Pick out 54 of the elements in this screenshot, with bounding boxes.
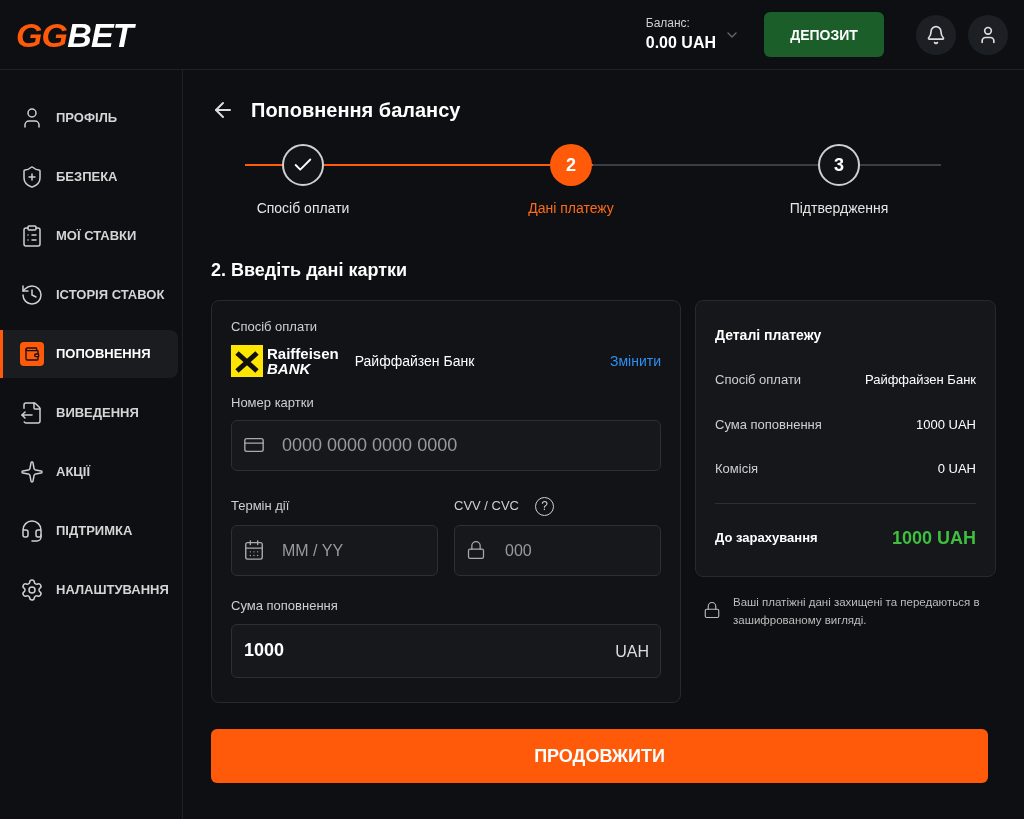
bank-name: Райффайзен Банк (354, 351, 475, 371)
total-value: 1000 UAH (891, 526, 976, 550)
lock-icon (466, 540, 486, 560)
lock-icon (703, 600, 721, 619)
account-button[interactable] (968, 14, 1008, 55)
balance-label: Баланс: (645, 14, 691, 31)
detail-label: Сума поповнення (715, 415, 822, 434)
currency-label: UAH (615, 641, 649, 662)
star-icon (20, 460, 44, 484)
bank-logo: Raiffeisen BANK (231, 344, 339, 377)
card-number-field[interactable]: 0000 0000 0000 0000 (231, 420, 661, 471)
details-title: Деталі платежу (715, 326, 823, 345)
user-icon (978, 24, 998, 45)
cvv-field[interactable]: 000 (454, 525, 661, 576)
sidebar-item[interactable]: ІСТОРІЯ СТАВОК (0, 271, 178, 319)
calendar-icon (243, 539, 265, 561)
sidebar-item[interactable]: ПРОФІЛЬ (0, 94, 178, 142)
bell-icon (926, 24, 946, 45)
sidebar-item[interactable]: ПІДТРИМКА (0, 507, 178, 555)
security-note: Ваші платіжні дані захищені та передаються в зашифрованому вигляді. (733, 594, 981, 628)
field-label: Сума поповнення (231, 597, 339, 615)
balance-amount: 0.00 UAH (645, 32, 716, 53)
step-label: Дані платежу (528, 199, 614, 218)
shield-icon (20, 165, 44, 189)
expiry-field[interactable]: MM / YY (231, 525, 438, 576)
field-label: Термін дії (231, 497, 291, 516)
list-icon (20, 224, 44, 248)
sidebar-item[interactable]: БЕЗПЕКА (0, 153, 178, 201)
page-title: Поповнення балансу (251, 98, 461, 123)
sidebar-item[interactable]: МОЇ СТАВКИ (0, 212, 178, 260)
sidebar-item[interactable]: ПОПОВНЕННЯ (0, 330, 178, 378)
headset-icon (20, 519, 44, 543)
step-label: Підтвердження (789, 199, 889, 218)
sidebar-item[interactable]: АКЦІЇ (0, 448, 178, 496)
detail-label: Комісія (715, 460, 759, 478)
field-label: Номер картки (231, 393, 315, 412)
history-icon (20, 283, 44, 307)
detail-label: Спосіб оплати (715, 371, 802, 389)
settings-icon (20, 578, 44, 602)
field-label: Спосіб оплати (231, 318, 319, 336)
field-label: CVV / CVC (454, 497, 519, 516)
step-label: Спосіб оплати (256, 199, 350, 218)
document-icon (20, 401, 44, 425)
total-label: До зарахування (715, 528, 818, 547)
detail-value: 0 UAH (937, 460, 976, 478)
detail-value: Райффайзен Банк (864, 371, 976, 389)
detail-value: 1000 UAH (916, 415, 976, 434)
change-link[interactable]: Змінити (610, 350, 661, 371)
sidebar-item[interactable]: ВИВЕДЕННЯ (0, 389, 178, 437)
deposit-button[interactable]: ДЕПОЗИТ (764, 12, 884, 57)
notifications-button[interactable] (916, 14, 956, 55)
wallet-icon (20, 342, 44, 366)
section-title: 2. Введіть дані картки (211, 259, 409, 282)
sidebar-item[interactable]: НАЛАШТУВАННЯ (0, 566, 178, 614)
